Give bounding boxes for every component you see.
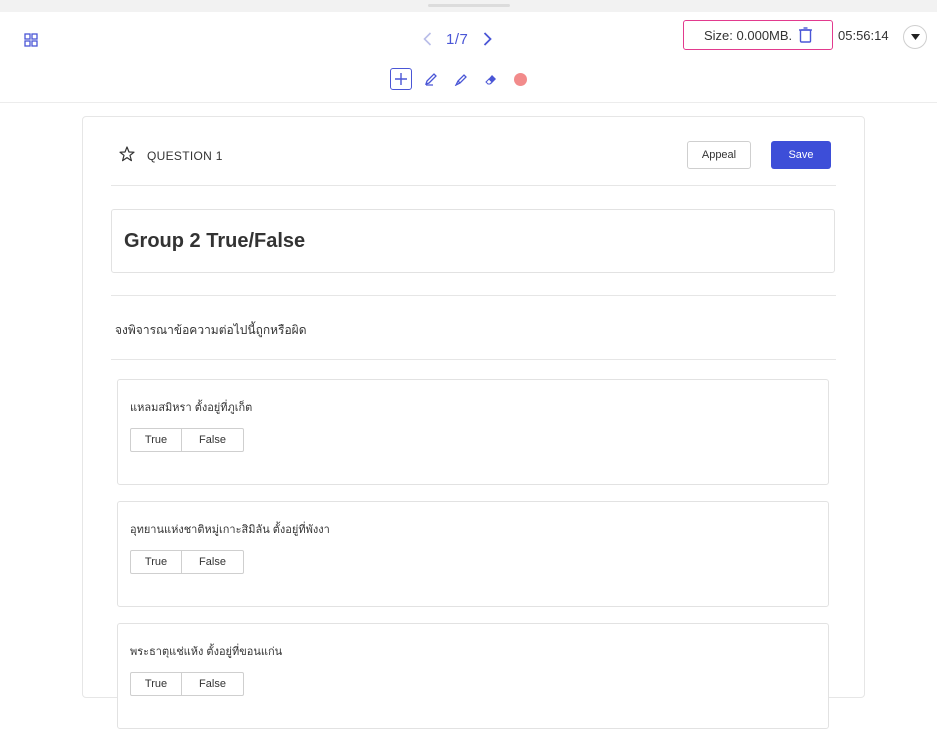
group-title: Group 2 True/False (124, 230, 306, 252)
window-top-edge (0, 0, 937, 12)
statement-text: พระธาตุแช่แห้ง ตั้งอยู่ที่ขอนแก่น (130, 646, 283, 658)
statement-item: พระธาตุแช่แห้ง ตั้งอยู่ที่ขอนแก่น True F… (117, 623, 829, 729)
statement-item: แหลมสมิหรา ตั้งอยู่ที่ภูเก็ต True False (117, 379, 829, 485)
page-indicator: 1/7 (446, 30, 469, 48)
false-option[interactable]: False (182, 550, 244, 574)
page-pager: 1/7 (420, 28, 494, 50)
pen-icon (424, 73, 437, 86)
instruction-divider (111, 359, 836, 360)
true-false-toggle: True False (130, 672, 244, 696)
chevron-right-icon (483, 32, 492, 46)
file-size-indicator: Size: 0.000MB. (683, 20, 833, 50)
false-option[interactable]: False (182, 428, 244, 452)
true-option[interactable]: True (130, 550, 182, 574)
trash-icon[interactable] (799, 27, 813, 43)
caret-down-icon (910, 34, 920, 40)
statement-text: อุทยานแห่งชาติหมู่เกาะสิมิลัน ตั้งอยู่ที… (130, 524, 330, 536)
timer: 05:56:14 (838, 28, 889, 43)
true-false-toggle: True False (130, 428, 244, 452)
statement-item: อุทยานแห่งชาติหมู่เกาะสิมิลัน ตั้งอยู่ที… (117, 501, 829, 607)
next-page-button[interactable] (480, 28, 494, 50)
title-divider (111, 295, 836, 296)
account-menu-button[interactable] (903, 25, 927, 49)
question-number: QUESTION 1 (147, 149, 223, 163)
color-picker-dot[interactable] (514, 72, 527, 86)
true-option[interactable]: True (130, 672, 182, 696)
highlighter-tool-button[interactable] (450, 68, 472, 90)
question-card: QUESTION 1 Appeal Save Group 2 True/Fals… (82, 116, 865, 729)
prev-page-button[interactable] (420, 28, 434, 50)
grid-menu-icon[interactable] (24, 33, 38, 47)
question-header: QUESTION 1 Appeal Save (111, 141, 834, 171)
window-grip (428, 4, 510, 7)
group-title-box: Group 2 True/False (111, 209, 835, 273)
header-divider (111, 185, 836, 186)
add-tool-button[interactable] (390, 68, 412, 90)
file-size-label: Size: 0.000MB. (704, 27, 793, 43)
instruction-text: จงพิจารณาข้อความต่อไปนี้ถูกหรือผิด (115, 323, 307, 337)
highlighter-icon (454, 74, 467, 86)
statement-text: แหลมสมิหรา ตั้งอยู่ที่ภูเก็ต (130, 402, 253, 414)
save-button[interactable]: Save (771, 141, 831, 169)
eraser-tool-button[interactable] (480, 68, 502, 90)
appeal-button[interactable]: Appeal (687, 141, 751, 169)
false-option[interactable]: False (182, 672, 244, 696)
top-toolbar: 1/7 Size: 0.000MB. 05:56:14 (0, 0, 937, 103)
true-option[interactable]: True (130, 428, 182, 452)
eraser-icon (485, 75, 496, 85)
star-icon[interactable] (119, 146, 135, 162)
plus-icon (395, 73, 407, 85)
drawing-tools (390, 67, 527, 91)
true-false-toggle: True False (130, 550, 244, 574)
chevron-left-icon (422, 32, 431, 46)
pen-tool-button[interactable] (420, 68, 442, 90)
